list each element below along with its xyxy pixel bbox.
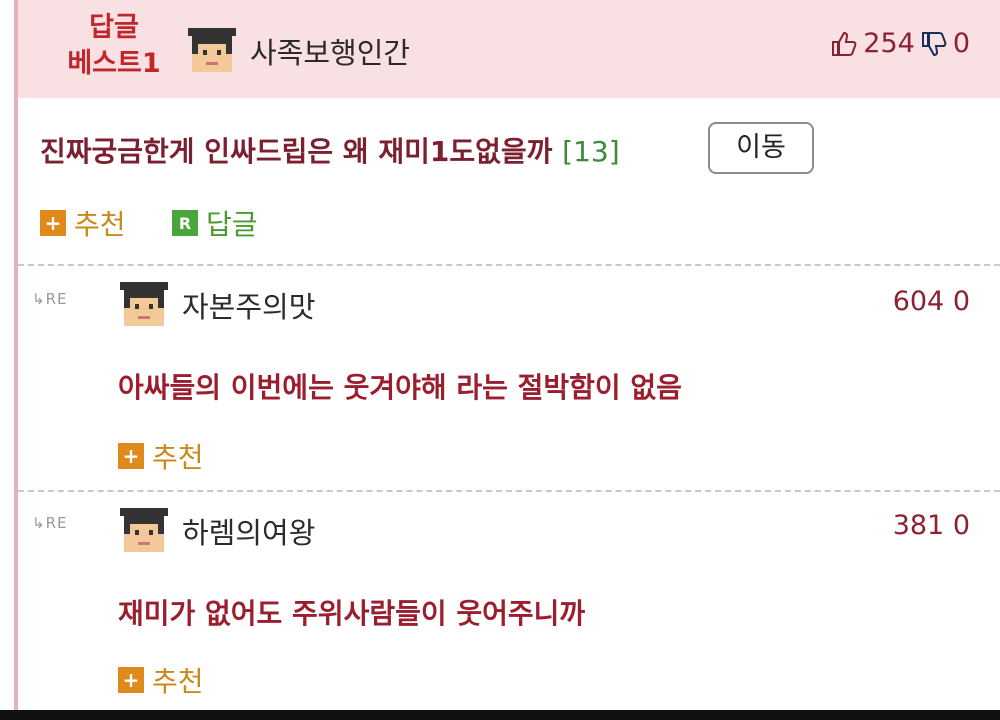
best-author-name[interactable]: 사족보행인간 (250, 30, 410, 72)
best-label-line2: 베스트1 (67, 48, 161, 79)
move-button[interactable]: 이동 (708, 122, 814, 174)
recommend-button[interactable]: + 추천 (118, 436, 204, 476)
reply-author-name[interactable]: 자본주의맛 (182, 284, 315, 326)
vote-counts: 254 0 (829, 28, 970, 59)
bottom-edge (0, 710, 1000, 720)
comment-count: [13] (562, 135, 620, 168)
reply-arrow-icon: ↳RE (32, 514, 68, 532)
recommend-button[interactable]: + 추천 (118, 660, 204, 700)
plus-icon: + (118, 667, 144, 693)
reply-button[interactable]: R 답글 (172, 203, 258, 243)
recommend-button[interactable]: + 추천 (40, 203, 126, 243)
dislike-count: 0 (952, 28, 970, 59)
reply-author-name[interactable]: 하렘의여왕 (182, 510, 315, 552)
reply-label: 답글 (206, 208, 258, 241)
post-title[interactable]: 진짜궁금한게 인싸드립은 왜 재미1도없을까 [13] (40, 130, 620, 170)
best-reply-header: 답글 베스트1 사족보행인간 254 0 (18, 0, 1000, 98)
reply-text: 아싸들의 이번에는 웃겨야해 라는 절박함이 없음 (118, 371, 682, 404)
plus-icon: + (40, 210, 66, 236)
reply-score: 604 0 (892, 286, 970, 317)
post-title-text: 진짜궁금한게 인싸드립은 왜 재미1도없을까 (40, 135, 553, 168)
avatar-icon[interactable] (118, 280, 170, 328)
plus-icon: + (118, 443, 144, 469)
divider (18, 490, 1000, 492)
like-count: 254 (863, 28, 915, 59)
best-reply-badge: 답글 베스트1 (54, 10, 174, 82)
re-mark-label: RE (45, 290, 68, 308)
avatar-icon[interactable] (118, 506, 170, 554)
re-mark-label: RE (45, 514, 68, 532)
thumbs-up-icon[interactable] (829, 29, 859, 59)
recommend-label: 추천 (152, 665, 204, 698)
reply-text: 재미가 없어도 주위사람들이 웃어주니까 (118, 597, 586, 630)
comment-panel: 답글 베스트1 사족보행인간 254 0 진짜궁금한게 인싸드립은 왜 재미1도… (14, 0, 1000, 710)
thumbs-down-icon[interactable] (919, 29, 949, 59)
reply-icon: R (172, 210, 198, 236)
best-label-line1: 답글 (89, 12, 139, 43)
avatar-icon[interactable] (186, 26, 238, 74)
reply-score: 381 0 (892, 510, 970, 541)
recommend-label: 추천 (152, 441, 204, 474)
reply-arrow-icon: ↳RE (32, 290, 68, 308)
divider (18, 264, 1000, 266)
recommend-label: 추천 (74, 208, 126, 241)
